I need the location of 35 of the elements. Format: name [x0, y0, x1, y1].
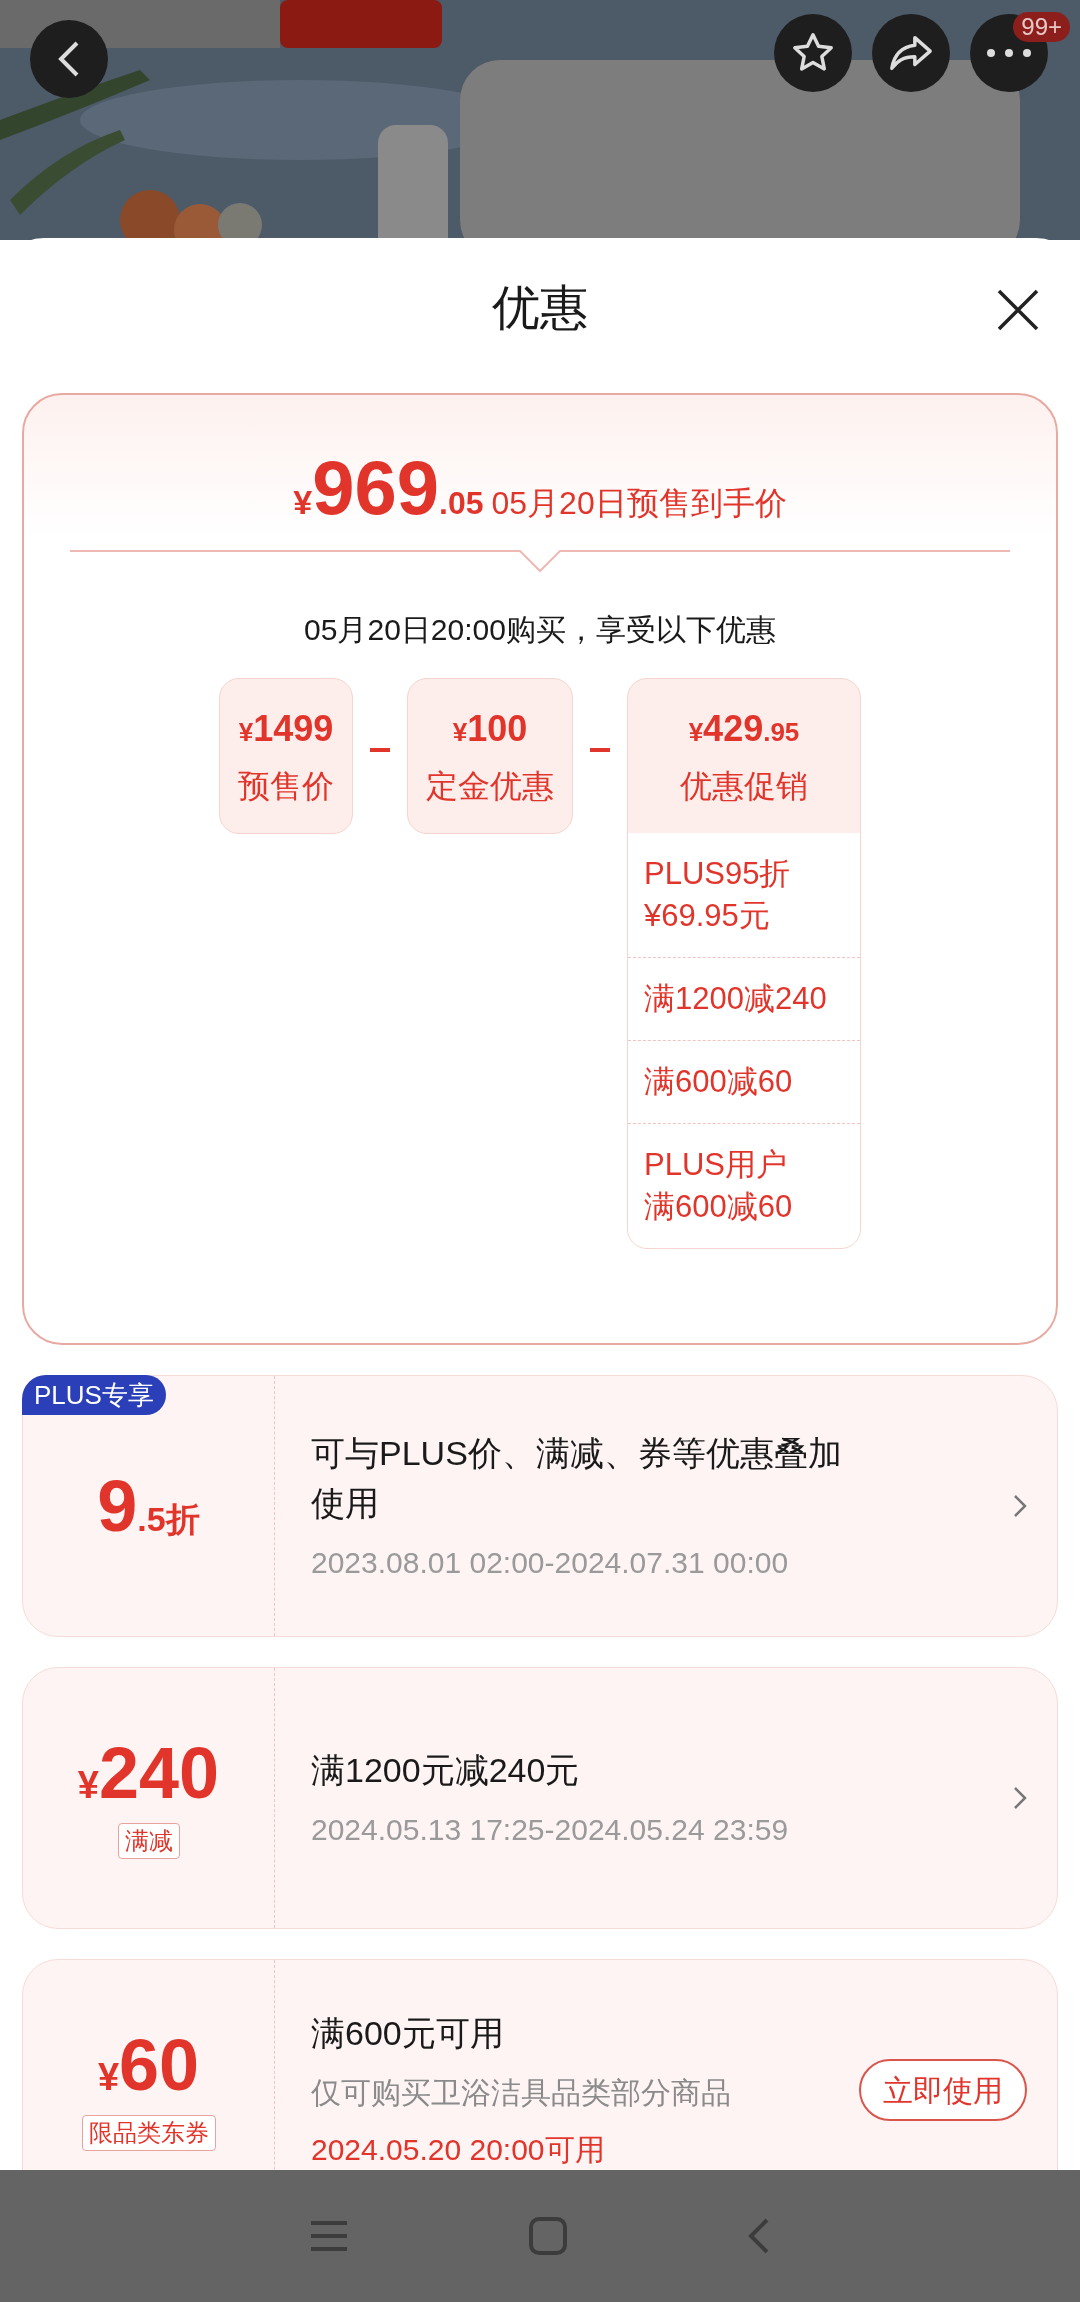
minus-icon [370, 748, 390, 752]
term-label: 优惠促销 [680, 767, 808, 806]
final-price: ¥969.05 05月20日预售到手价 [293, 444, 787, 532]
promotion-item: 满1200减240 [628, 957, 860, 1040]
purchase-note: 05月20日20:00购买，享受以下优惠 [304, 612, 776, 648]
plus-badge: PLUS专享 [22, 1375, 166, 1415]
term-amount: ¥1499 [238, 707, 334, 751]
back-icon [57, 39, 81, 79]
coupon-note: 仅可购买卫浴洁具品类部分商品 [311, 2075, 732, 2111]
coupon-title: 满1200元减240元 [311, 1749, 581, 1791]
notification-badge: 99+ [1013, 12, 1070, 42]
chevron-right-icon[interactable] [1013, 1494, 1027, 1518]
coupon-amount: ¥240 [77, 1737, 220, 1809]
coupon-validity: 2023.08.01 02:00-2024.07.31 00:00 [311, 1544, 790, 1581]
sheet-title: 优惠 [492, 280, 588, 336]
coupon-amount: ¥60 [97, 2029, 200, 2101]
coupon-title: 满600元可用 [311, 2013, 505, 2054]
promotion-item: 满600减60 [628, 1040, 860, 1123]
term-amount: ¥429.95 [688, 707, 800, 751]
term-amount: ¥100 [452, 707, 528, 751]
discount-value: 9.5折 [97, 1465, 200, 1548]
coupon-validity: 2024.05.20 20:00可用 [311, 2132, 606, 2168]
minus-icon [590, 748, 610, 752]
close-icon[interactable] [996, 288, 1040, 332]
term-label: 定金优惠 [426, 767, 554, 806]
coupon-validity: 2024.05.13 17:25-2024.05.24 23:59 [311, 1811, 790, 1848]
use-now-button[interactable]: 立即使用 [859, 2059, 1027, 2121]
chevron-right-icon[interactable] [1013, 1786, 1027, 1810]
more-icon [986, 48, 1032, 58]
coupon-title: 可与PLUS价、满减、券等优惠叠加使用 [311, 1432, 843, 1524]
promotion-item: PLUS用户 满600减60 [628, 1123, 860, 1248]
coupon-tag: 满减 [117, 1823, 180, 1859]
promotion-item: PLUS95折 ¥69.95元 [643, 855, 792, 935]
coupon-tag: 限品类东券 [81, 2115, 216, 2151]
term-label: 预售价 [238, 767, 334, 806]
